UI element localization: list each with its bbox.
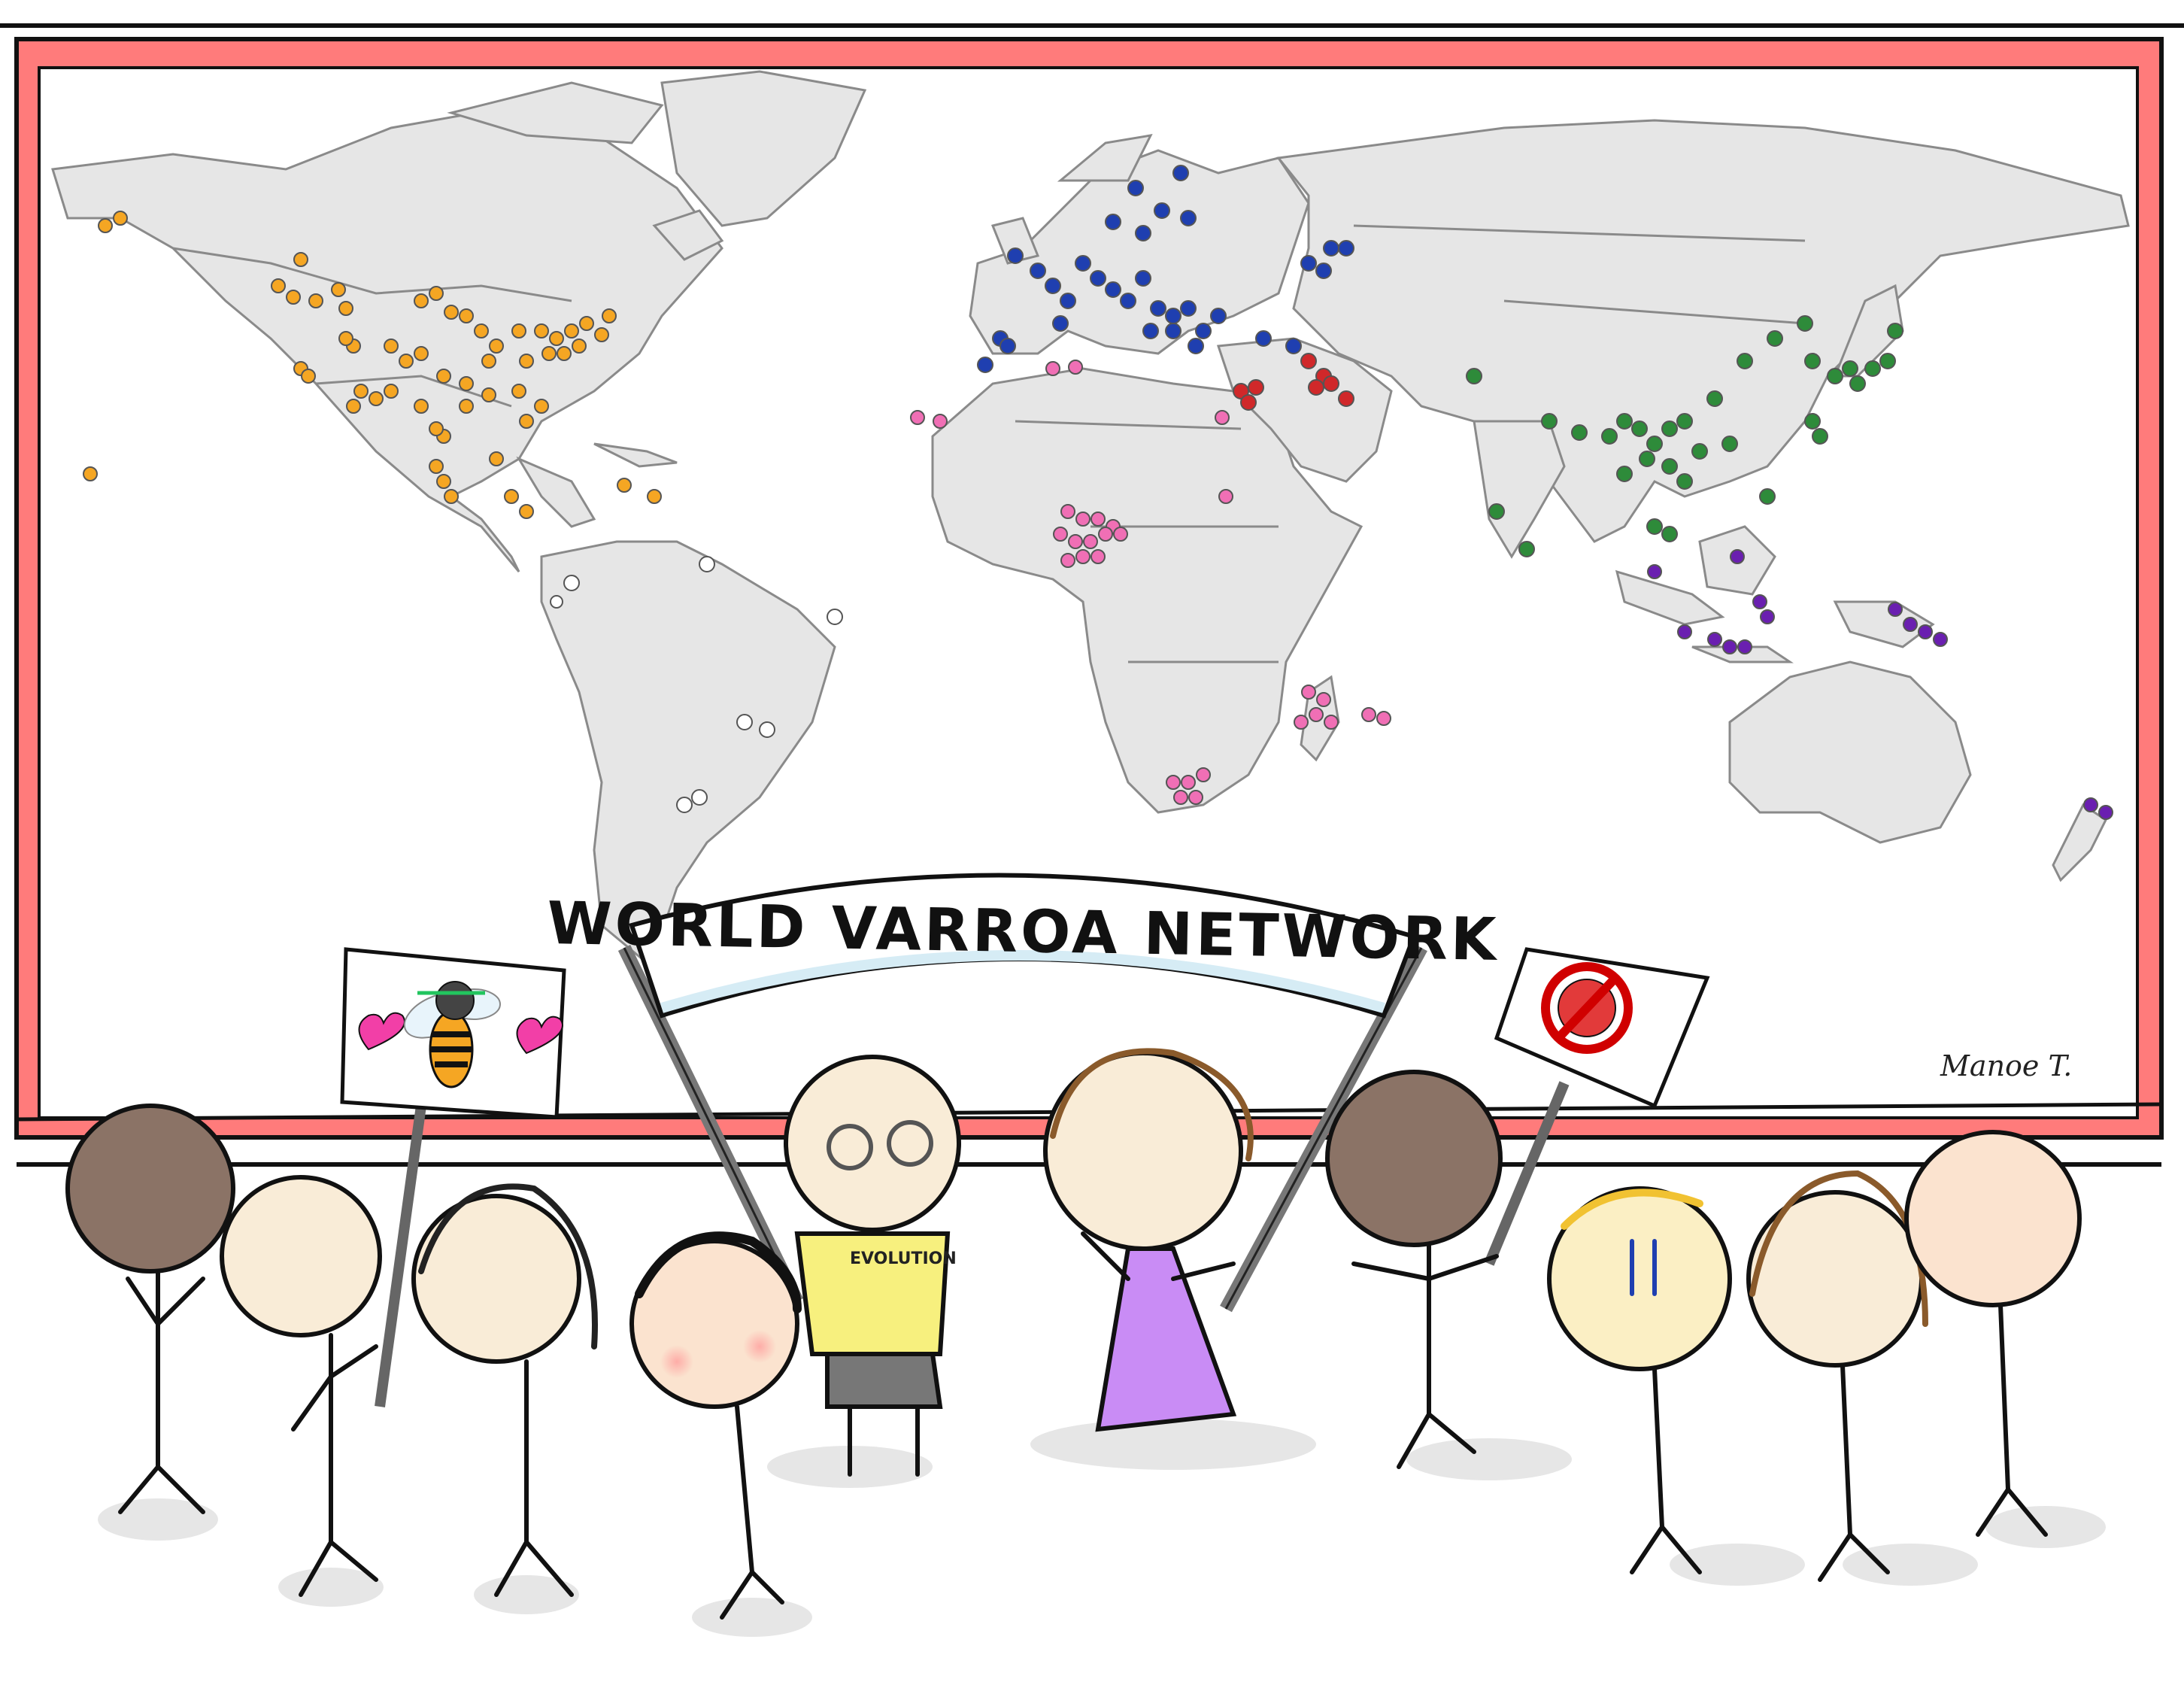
person-8 [1547,1186,1732,1574]
ground-shadows [98,1419,2106,1637]
person-5: EVOLUTION [784,1055,961,1477]
shirt-text: EVOLUTION [850,1249,957,1268]
illustration: Manoe T. WORLD VARROA NETWORK EVOLUTION [0,23,2184,1637]
person-2 [220,1175,382,1597]
person-3 [411,1183,598,1597]
artist-signature: Manoe T. [1940,1049,2072,1082]
person-9 [1746,1170,1928,1582]
person-10 [1904,1130,2082,1537]
person-7 [1325,1070,1503,1469]
person-1 [65,1104,235,1514]
person-6 [1043,1048,1254,1432]
person-4 [629,1231,802,1620]
